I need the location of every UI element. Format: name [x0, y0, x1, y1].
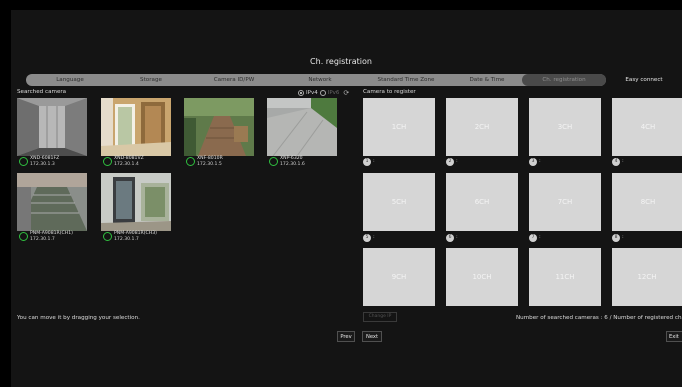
slot-number-badge: 3 [529, 158, 537, 166]
slot-number-badge: 5 [363, 234, 371, 242]
camera-model: XND-8081VZ [114, 156, 144, 161]
channel-slot-1[interactable]: 1CH [363, 98, 435, 156]
channel-slot-2[interactable]: 2CH [446, 98, 518, 156]
channel-slot-12[interactable]: 12CH [612, 248, 682, 306]
camera-thumbnail [267, 98, 337, 156]
camera-thumbnail [101, 173, 171, 231]
channel-slot-3[interactable]: 3CH [529, 98, 601, 156]
next-button[interactable]: Next [362, 331, 382, 342]
camera-model: XND-6081FZ [30, 156, 60, 161]
camera-model: XNP-6320 [280, 156, 303, 161]
camera-card[interactable]: XNF-8010R 172.30.1.5 [184, 98, 254, 170]
exit-button[interactable]: Exit [666, 331, 682, 342]
slot-number-badge: 7 [529, 234, 537, 242]
slot-number-badge: 6 [446, 234, 454, 242]
step-ch-registration[interactable]: Ch. registration [522, 74, 606, 86]
step-language[interactable]: Language [26, 74, 114, 86]
camera-count-status: Number of searched cameras : 6 / Number … [516, 315, 682, 321]
channel-slot-7[interactable]: 7CH [529, 173, 601, 231]
channel-slot-8[interactable]: 8CH [612, 173, 682, 231]
slot-number-badge: 2 [446, 158, 454, 166]
camera-thumbnail [101, 98, 171, 156]
searched-camera-heading: Searched camera [17, 89, 67, 95]
camera-thumbnail [184, 98, 254, 156]
status-ok-icon [186, 157, 195, 166]
channel-slot-11[interactable]: 11CH [529, 248, 601, 306]
step-easy-connect[interactable]: Easy connect [606, 74, 682, 86]
channel-slot-9[interactable]: 9CH [363, 248, 435, 306]
ipv6-label: IPv6 [327, 90, 340, 96]
camera-thumbnail [17, 98, 87, 156]
prev-button[interactable]: Prev [337, 331, 355, 342]
step-bar: Language Storage Camera ID/PW Network St… [26, 74, 682, 86]
ipv4-radio[interactable] [298, 90, 304, 96]
ipv4-label: IPv4 [306, 90, 318, 96]
ip-version-selector: IPv4 IPv6 ⟳ [298, 89, 349, 97]
channel-slot-10[interactable]: 10CH [446, 248, 518, 306]
page-title: Ch. registration [310, 57, 372, 66]
step-standard-time-zone[interactable]: Standard Time Zone [360, 74, 452, 86]
change-ip-button[interactable]: Change IP [363, 312, 397, 322]
status-ok-icon [103, 232, 112, 241]
channel-slot-5[interactable]: 5CH [363, 173, 435, 231]
camera-to-register-heading: Camera to register [363, 89, 416, 95]
step-date-time[interactable]: Date & Time [452, 74, 522, 86]
camera-card[interactable]: PNM-A9081R(CH1) 172.30.1.7 [17, 173, 87, 245]
camera-model: XNF-8010R [197, 156, 223, 161]
step-camera-id-pw[interactable]: Camera ID/PW [188, 74, 280, 86]
status-ok-icon [19, 232, 28, 241]
slot-number-badge: 1 [363, 158, 371, 166]
camera-ip: 172.30.1.5 [197, 161, 222, 167]
status-ok-icon [19, 157, 28, 166]
screen: Ch. registration Language Storage Camera… [0, 0, 682, 387]
drag-hint: You can move it by dragging your selecti… [17, 315, 140, 321]
status-ok-icon [269, 157, 278, 166]
refresh-icon[interactable]: ⟳ [343, 89, 349, 97]
ipv6-radio[interactable] [319, 90, 326, 96]
channel-slot-4[interactable]: 4CH [612, 98, 682, 156]
camera-model: PNM-A9081R(CH1) [30, 231, 73, 236]
camera-card[interactable]: PNM-A9081R(CH3) 172.30.1.7 [101, 173, 171, 245]
step-storage[interactable]: Storage [114, 74, 188, 86]
channel-slot-6[interactable]: 6CH [446, 173, 518, 231]
slot-number-badge: 4 [612, 158, 620, 166]
camera-card[interactable]: XND-8081VZ 172.30.1.4 [101, 98, 171, 170]
camera-ip: 172.30.1.7 [114, 236, 139, 242]
camera-card[interactable]: XND-6081FZ 172.30.1.3 [17, 98, 87, 170]
step-network[interactable]: Network [280, 74, 360, 86]
status-ok-icon [103, 157, 112, 166]
slot-number-badge: 8 [612, 234, 620, 242]
camera-card[interactable]: XNP-6320 172.30.1.6 [267, 98, 337, 170]
camera-ip: 172.30.1.4 [114, 161, 139, 167]
camera-ip: 172.30.1.3 [30, 161, 55, 167]
camera-ip: 172.30.1.6 [280, 161, 305, 167]
camera-ip: 172.30.1.7 [30, 236, 55, 242]
camera-model: PNM-A9081R(CH3) [114, 231, 157, 236]
camera-thumbnail [17, 173, 87, 231]
